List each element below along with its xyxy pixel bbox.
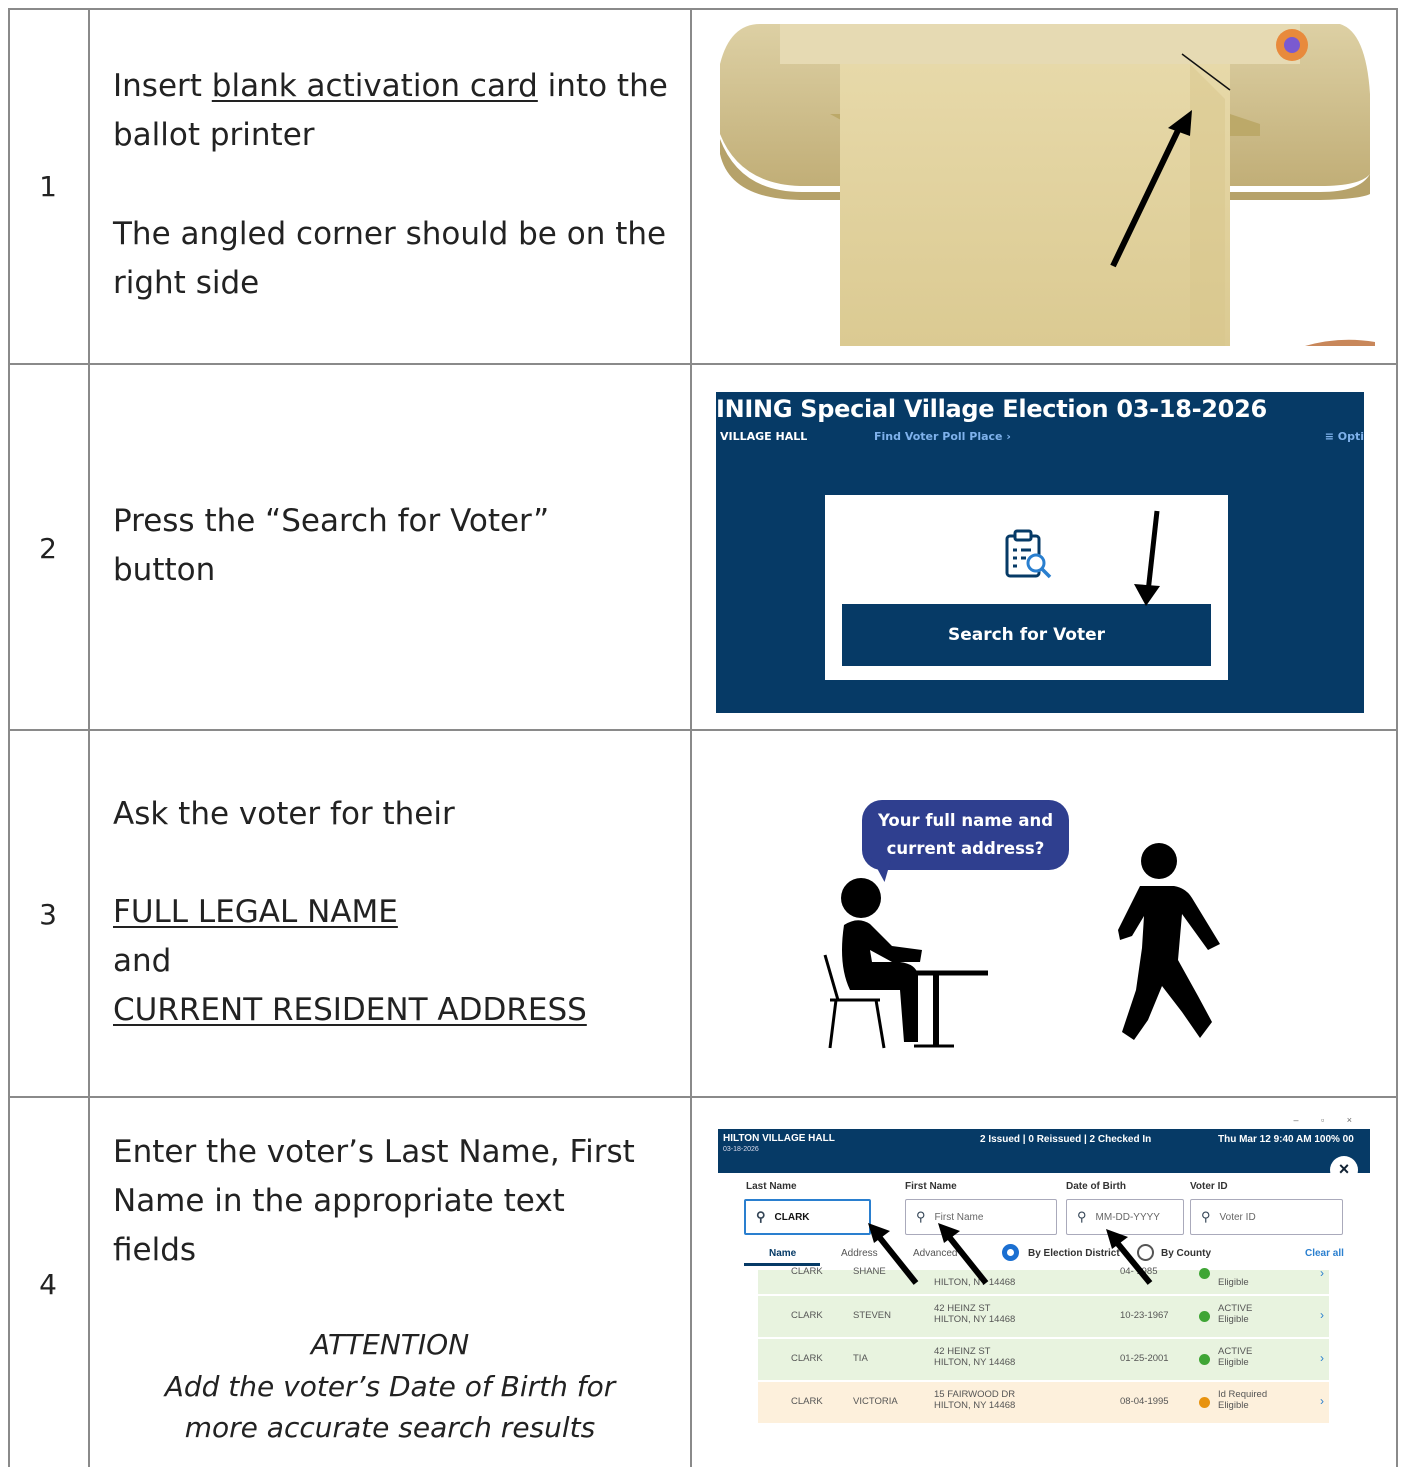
attention-note: Add the voter’s Date of Birth for more a… [164, 1370, 616, 1444]
step-3-name-request: FULL LEGAL NAME [113, 888, 673, 937]
row-divider-3 [8, 1096, 1397, 1098]
arrow-down-icon [1134, 510, 1160, 606]
table-divider-image [690, 8, 692, 1467]
step-number: 2 [39, 532, 57, 565]
poll-book-home-screen: INING Special Village Election 03-18-202… [716, 392, 1364, 713]
step-number: 1 [39, 170, 57, 203]
attention-title: ATTENTION [310, 1328, 470, 1361]
table-divider-number [88, 8, 90, 1467]
step-2-instruction: Press the “Search for Voter” button [113, 503, 550, 588]
step-4-instruction: Enter the voter’s Last Name, First Name … [113, 1134, 635, 1268]
walking-voter-icon [1118, 843, 1220, 1040]
step-1-instruction: Insert blank activation card into the ba… [113, 62, 673, 160]
step-number: 3 [39, 898, 57, 931]
blank-activation-card-link: blank activation card [211, 68, 538, 104]
table-border-top [8, 8, 1397, 10]
step-3-address-request: CURRENT RESIDENT ADDRESS [113, 986, 673, 1035]
full-legal-name-text: FULL LEGAL NAME [113, 894, 398, 930]
arrow-up-icons [868, 1223, 1153, 1285]
voter-search-screen: – ▫ × HILTON VILLAGE HALL 03-18-2026 2 I… [718, 1115, 1370, 1445]
step-3-and: and [113, 943, 172, 979]
step-1-text-pre: Insert [113, 68, 212, 104]
step-3-intro: Ask the voter for their [113, 796, 455, 832]
row-divider-1 [8, 363, 1397, 365]
ballot-printer-image [720, 24, 1375, 346]
table-border-right [1396, 8, 1398, 1467]
current-address-text: CURRENT RESIDENT ADDRESS [113, 992, 587, 1028]
ballot-printer-photo-icon [720, 24, 1375, 346]
table-border-left [8, 8, 10, 1467]
row-divider-2 [8, 729, 1397, 731]
step-1-note: The angled corner should be on the right… [113, 216, 667, 301]
step-number: 4 [39, 1268, 57, 1301]
poll-worker-scene: Your full name and current address? [800, 790, 1260, 1060]
